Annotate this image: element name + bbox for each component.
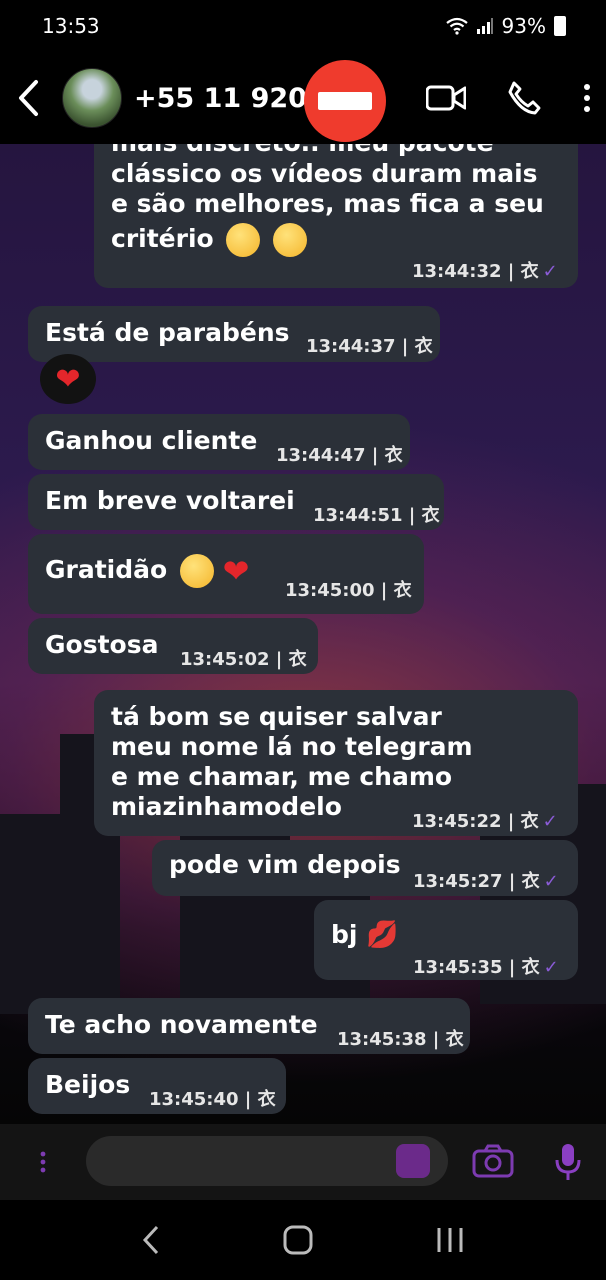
message-incoming[interactable]: Em breve voltarei 13:44:51 | 衣: [28, 474, 444, 530]
message-time: 13:45:35 | 衣: [413, 957, 540, 978]
message-outgoing[interactable]: tá bom se quiser salvar meu nome lá no t…: [94, 690, 578, 836]
battery-percent: 93%: [501, 14, 546, 38]
nav-back-icon[interactable]: [141, 1225, 161, 1255]
sticker-icon[interactable]: [396, 1144, 430, 1178]
chat-area[interactable]: mais discreto.. meu pacote clássico os v…: [0, 144, 606, 1124]
message-time: 13:45:40 | 衣: [149, 1089, 276, 1110]
message-incoming[interactable]: Te acho novamente 13:45:38 | 衣: [28, 998, 470, 1054]
more-vert-icon[interactable]: [582, 83, 592, 113]
message-time: 13:44:51 | 衣: [313, 505, 440, 526]
message-text: Te acho novamente: [45, 1010, 318, 1039]
contact-name[interactable]: +55 11 9200: [134, 83, 314, 114]
nav-home-icon[interactable]: [282, 1224, 314, 1256]
background-building: [0, 814, 70, 1014]
nav-recents-icon[interactable]: [435, 1226, 465, 1254]
kiss-mark-icon: 💋: [366, 920, 399, 950]
redaction-mark: [304, 60, 386, 142]
back-arrow-icon: [19, 80, 38, 116]
drooling-emoji-icon: [179, 554, 214, 588]
message-text: pode vim depois: [169, 850, 401, 879]
message-time: 13:45:27 | 衣: [413, 871, 540, 892]
battery-icon: [554, 16, 566, 36]
message-text: clássico os vídeos duram mais: [111, 159, 538, 188]
message-incoming[interactable]: Gratidão ❤ 13:45:00 | 衣: [28, 534, 424, 614]
status-time: 13:53: [42, 14, 100, 38]
message-time: 13:44:47 | 衣: [276, 445, 403, 466]
signal-icon: [476, 18, 493, 34]
red-heart-icon: ❤: [222, 552, 250, 590]
wink-emoji-icon: [273, 223, 308, 257]
message-outgoing[interactable]: bj 💋 13:45:35 | 衣 ✓: [314, 900, 578, 980]
message-text: critério: [111, 224, 214, 253]
message-input[interactable]: [86, 1136, 448, 1186]
compose-bar: [0, 1124, 606, 1200]
message-incoming[interactable]: Beijos 13:45:40 | 衣: [28, 1058, 286, 1114]
message-text: mais discreto.. meu pacote: [111, 144, 494, 158]
system-nav-bar: [0, 1200, 606, 1280]
message-outgoing[interactable]: mais discreto.. meu pacote clássico os v…: [94, 144, 578, 288]
message-text: miazinhamodelo: [111, 792, 342, 821]
message-time: 13:44:37 | 衣: [306, 336, 433, 357]
message-time: 13:45:02 | 衣: [180, 649, 307, 670]
wifi-icon: [445, 17, 468, 35]
message-text: Está de parabéns: [45, 318, 290, 347]
message-text: Ganhou cliente: [45, 426, 258, 455]
message-text: e são melhores, mas fica a seu: [111, 189, 544, 218]
message-incoming[interactable]: Gostosa 13:45:02 | 衣: [28, 618, 318, 674]
message-text: bj: [331, 920, 358, 949]
message-text: tá bom se quiser salvar: [111, 702, 442, 731]
message-text: Gostosa: [45, 630, 159, 659]
phone-icon[interactable]: [506, 80, 542, 116]
message-text: meu nome lá no telegram: [111, 732, 473, 761]
status-icons: 93%: [445, 14, 566, 38]
message-text: e me chamar, me chamo: [111, 762, 453, 791]
message-time: 13:45:22 | 衣: [412, 811, 539, 832]
message-text: Beijos: [45, 1070, 131, 1099]
message-time: 13:44:32 | 衣: [412, 261, 539, 282]
message-incoming[interactable]: Está de parabéns 13:44:37 | 衣: [28, 306, 440, 362]
message-time: 13:45:38 | 衣: [337, 1029, 464, 1050]
read-check-icon: ✓: [543, 871, 559, 892]
message-incoming[interactable]: Ganhou cliente 13:44:47 | 衣: [28, 414, 410, 470]
message-outgoing[interactable]: pode vim depois 13:45:27 | 衣 ✓: [152, 840, 578, 896]
read-check-icon: ✓: [542, 261, 558, 282]
message-text: Gratidão: [45, 555, 168, 584]
camera-icon[interactable]: [472, 1144, 514, 1178]
mic-icon[interactable]: [554, 1142, 582, 1182]
read-check-icon: ✓: [542, 811, 558, 832]
message-time: 13:45:00 | 衣: [285, 580, 412, 601]
status-bar: 13:53 93%: [0, 0, 606, 52]
back-button[interactable]: [0, 52, 56, 144]
contact-avatar[interactable]: [62, 68, 122, 128]
relieved-emoji-icon: [226, 223, 261, 257]
message-text: Em breve voltarei: [45, 486, 295, 515]
video-call-icon[interactable]: [426, 85, 466, 111]
chat-header: +55 11 9200: [0, 52, 606, 144]
reaction-heart-icon[interactable]: ❤: [40, 354, 96, 404]
attach-dots-icon[interactable]: [38, 1150, 48, 1174]
read-check-icon: ✓: [543, 957, 559, 978]
